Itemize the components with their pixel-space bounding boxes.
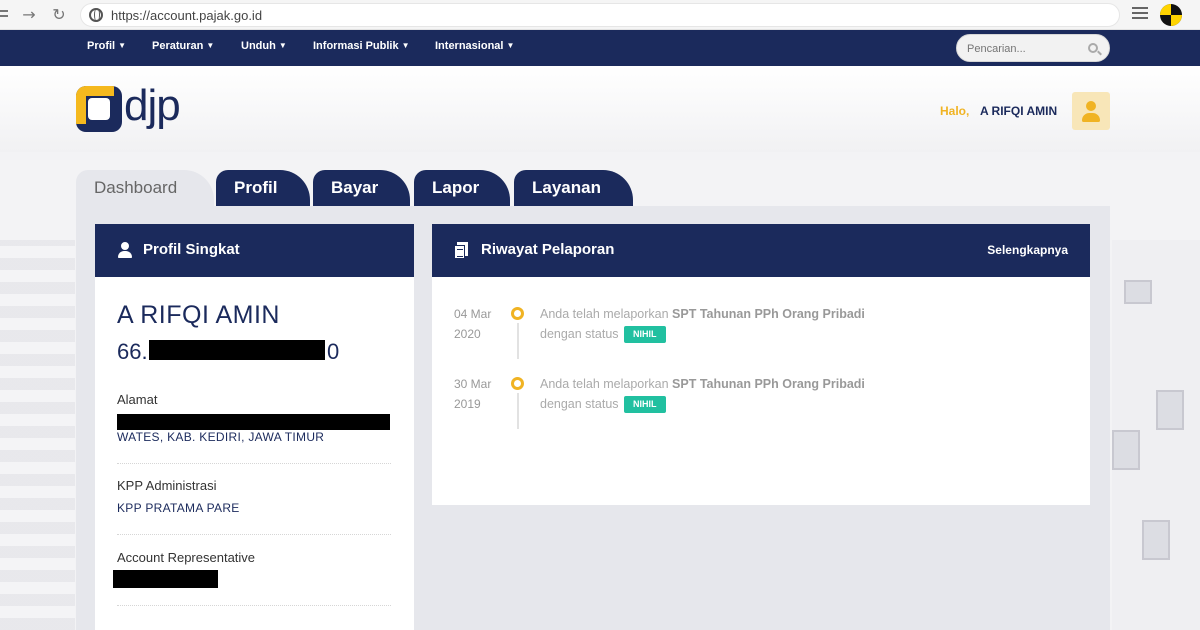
profile-card-body: A RIFQI AMIN 66. 0 Alamat WATES, KAB. KE… (95, 277, 414, 630)
kpp-label: KPP Administrasi (117, 478, 217, 493)
npwp-prefix: 66. (117, 339, 148, 364)
background-building-left (0, 240, 75, 630)
reading-list-icon[interactable] (1132, 7, 1148, 21)
greeting-user-name: A RIFQI AMIN (980, 104, 1058, 118)
site-header: djp Halo, A RIFQI AMIN (0, 66, 1200, 152)
greeting-label: Halo, (940, 104, 970, 118)
search-icon[interactable] (1088, 43, 1098, 53)
see-more-link[interactable]: Selengkapnya (987, 243, 1068, 257)
address-bar[interactable]: https://account.pajak.go.id (80, 3, 1120, 27)
divider (117, 463, 391, 464)
timeline-entry-text: Anda telah melaporkan SPT Tahunan PPh Or… (540, 307, 865, 343)
menu-peraturan[interactable]: Peraturan ▼ (152, 40, 214, 52)
history-card-title: Riwayat Pelaporan (481, 241, 615, 258)
address-redaction (117, 414, 390, 430)
url-text: https://account.pajak.go.id (111, 8, 263, 23)
menu-unduh[interactable]: Unduh ▼ (241, 40, 287, 52)
npwp-suffix: 0 (327, 339, 340, 364)
tab-bayar[interactable]: Bayar (313, 170, 410, 206)
caret-down-icon: ▼ (206, 41, 215, 50)
account-rep-redaction (113, 570, 218, 588)
caret-down-icon: ▼ (278, 41, 287, 50)
timeline-dot (511, 307, 524, 320)
status-badge: NIHIL (624, 396, 666, 413)
timeline-dot (511, 377, 524, 390)
caret-down-icon: ▼ (506, 41, 515, 50)
menu-informasi-publik[interactable]: Informasi Publik ▼ (313, 40, 410, 52)
menu-internasional[interactable]: Internasional ▼ (435, 40, 514, 52)
search-box (956, 34, 1110, 62)
document-icon (454, 242, 468, 259)
top-navigation: Profil ▼ Peraturan ▼ Unduh ▼ Informasi Publ… (0, 30, 1200, 66)
status-badge: NIHIL (624, 326, 666, 343)
kpp-value: KPP PRATAMA PARE (117, 501, 240, 515)
profile-name: A RIFQI AMIN (117, 301, 280, 329)
divider (117, 605, 391, 606)
caret-down-icon: ▼ (401, 41, 410, 50)
divider (117, 534, 391, 535)
history-card-body: 04 Mar 2020 Anda telah melaporkan SPT Tah… (432, 277, 1090, 505)
account-rep-label: Account Representative (117, 550, 256, 565)
npwp-redaction (149, 340, 325, 360)
address-value: WATES, KAB. KEDIRI, JAWA TIMUR (117, 430, 325, 444)
profile-card-title: Profil Singkat (143, 241, 240, 258)
tab-dashboard[interactable]: Dashboard (76, 170, 214, 206)
djp-logo-icon[interactable] (76, 86, 122, 132)
history-card-header: Riwayat Pelaporan Selengkapnya (432, 224, 1090, 277)
globe-icon (89, 8, 103, 22)
timeline-line (517, 323, 519, 359)
timeline-date: 30 Mar 2019 (454, 377, 492, 411)
profile-card-header: Profil Singkat (95, 224, 414, 277)
back-arrow-icon[interactable]: → (20, 6, 38, 24)
reload-icon[interactable]: ↻ (50, 6, 68, 24)
browser-toolbar: → ↻ https://account.pajak.go.id (0, 0, 1200, 30)
user-icon (1086, 101, 1096, 111)
tab-profil[interactable]: Profil (216, 170, 310, 206)
background-building-right (1112, 240, 1200, 630)
extension-icon[interactable] (1160, 4, 1182, 26)
logo-text[interactable]: djp (124, 80, 181, 132)
timeline-entry-text: Anda telah melaporkan SPT Tahunan PPh Or… (540, 377, 865, 413)
tab-strip-icon[interactable] (0, 10, 8, 22)
user-icon (117, 242, 133, 258)
tab-layanan[interactable]: Layanan (514, 170, 633, 206)
search-input[interactable] (967, 41, 1087, 57)
caret-down-icon: ▼ (118, 41, 127, 50)
tab-lapor[interactable]: Lapor (414, 170, 510, 206)
menu-profil[interactable]: Profil ▼ (87, 40, 126, 52)
timeline-date: 04 Mar 2020 (454, 307, 492, 341)
timeline-line (517, 393, 519, 429)
dashboard-panel: Profil Singkat A RIFQI AMIN 66. 0 Alamat… (76, 206, 1110, 630)
address-label: Alamat (117, 392, 158, 407)
user-avatar[interactable] (1072, 92, 1110, 130)
